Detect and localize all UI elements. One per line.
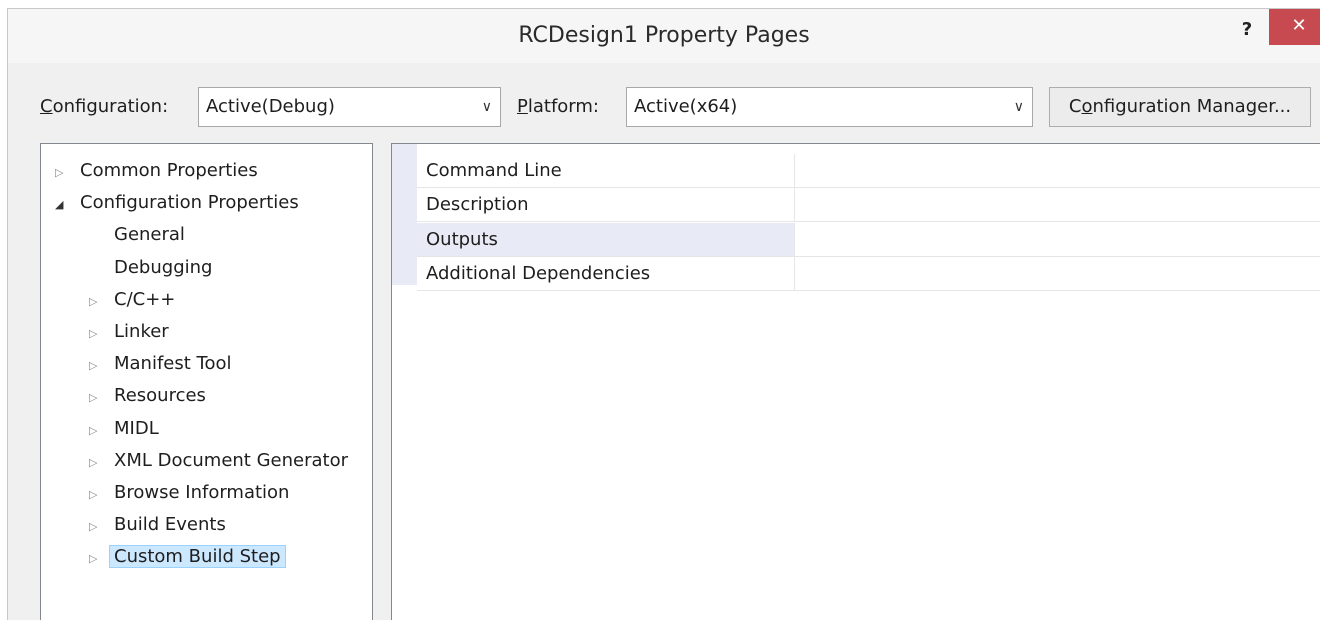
tree-item-label: Debugging <box>114 256 213 278</box>
tree-item-label: XML Document Generator <box>114 449 348 471</box>
property-name: Command Line <box>417 154 795 187</box>
collapsed-arrow-icon[interactable]: ▷ <box>89 287 109 317</box>
collapsed-arrow-icon[interactable]: ▷ <box>89 383 109 413</box>
configuration-dropdown[interactable]: Active(Debug) ∨ <box>198 87 501 127</box>
tree-item[interactable]: ▷ Common Properties <box>55 156 263 186</box>
tree-item[interactable]: ▷ XML Document Generator <box>89 446 353 476</box>
collapsed-arrow-icon[interactable]: ▷ <box>89 416 109 446</box>
collapsed-arrow-icon[interactable]: ▷ <box>89 448 109 478</box>
property-row[interactable]: Command Line <box>417 154 1320 188</box>
title-bar: RCDesign1 Property Pages ? ✕ <box>8 9 1320 63</box>
property-tree[interactable]: ▷ Common Properties ◢ Configuration Propert… <box>40 143 373 620</box>
configuration-value: Active(Debug) <box>206 96 335 117</box>
collapsed-arrow-icon[interactable]: ▷ <box>89 319 109 349</box>
help-button[interactable]: ? <box>1232 15 1262 45</box>
tree-item[interactable]: ▷ Resources <box>89 381 211 411</box>
tree-item-label: Manifest Tool <box>114 353 232 375</box>
chevron-down-icon: ∨ <box>481 99 492 115</box>
tree-item-label: Custom Build Step <box>109 545 286 569</box>
property-row[interactable]: Description <box>417 188 1320 223</box>
collapsed-arrow-icon[interactable]: ▷ <box>89 512 109 542</box>
tree-item-label: Configuration Properties <box>80 192 299 214</box>
tree-item[interactable]: ▷ Linker <box>89 317 174 347</box>
platform-dropdown[interactable]: Active(x64) ∨ <box>626 87 1033 127</box>
grid-gutter <box>392 144 417 285</box>
property-name: Outputs <box>417 222 795 256</box>
tree-item[interactable]: ▷ C/C++ <box>89 285 180 315</box>
platform-label: Platform: <box>517 96 599 117</box>
chevron-down-icon: ∨ <box>1013 99 1024 115</box>
configuration-bar: Configuration: Active(Debug) ∨ Platform:… <box>8 63 1320 133</box>
configuration-label: Configuration: <box>40 96 169 117</box>
tree-item[interactable]: ▷ MIDL <box>89 414 164 444</box>
tree-item-label: Linker <box>114 321 169 342</box>
collapsed-arrow-icon[interactable]: ▷ <box>89 544 109 574</box>
property-name: Additional Dependencies <box>417 257 795 291</box>
property-value[interactable] <box>795 154 1320 187</box>
tree-item[interactable]: ▷ Build Events <box>89 510 231 540</box>
property-value[interactable] <box>795 223 1320 256</box>
tree-item-label: MIDL <box>114 417 159 439</box>
close-button[interactable]: ✕ <box>1269 9 1320 45</box>
tree-item[interactable]: ◢ Configuration Properties <box>55 188 304 218</box>
property-value[interactable] <box>795 257 1320 290</box>
tree-item[interactable]: General <box>109 220 190 250</box>
property-name: Description <box>417 188 795 222</box>
expanded-arrow-icon[interactable]: ◢ <box>55 190 75 220</box>
dialog-title: RCDesign1 Property Pages <box>518 23 810 48</box>
tree-item-label: General <box>114 224 185 246</box>
tree-item-label: C/C++ <box>114 288 176 310</box>
tree-item[interactable]: ▷ Custom Build Step <box>89 542 286 572</box>
property-value[interactable] <box>795 188 1320 221</box>
tree-item-label: Build Events <box>114 514 226 536</box>
tree-item[interactable]: Debugging <box>109 253 217 283</box>
property-pages-dialog: RCDesign1 Property Pages ? ✕ Configurati… <box>7 8 1320 620</box>
collapsed-arrow-icon[interactable]: ▷ <box>89 351 109 381</box>
property-row[interactable]: Additional Dependencies <box>417 257 1320 292</box>
collapsed-arrow-icon[interactable]: ▷ <box>55 158 75 188</box>
platform-value: Active(x64) <box>634 96 738 117</box>
tree-item-label: Browse Information <box>114 482 290 503</box>
tree-item-label: Resources <box>114 385 206 407</box>
tree-item-label: Common Properties <box>80 160 258 181</box>
property-grid: Command Line Description Outputs Additional… <box>391 143 1320 620</box>
tree-item[interactable]: ▷ Browse Information <box>89 478 294 508</box>
property-row[interactable]: Outputs <box>417 222 1320 257</box>
configuration-manager-button[interactable]: Configuration Manager... <box>1049 87 1311 127</box>
tree-item[interactable]: ▷ Manifest Tool <box>89 349 237 379</box>
collapsed-arrow-icon[interactable]: ▷ <box>89 480 109 510</box>
